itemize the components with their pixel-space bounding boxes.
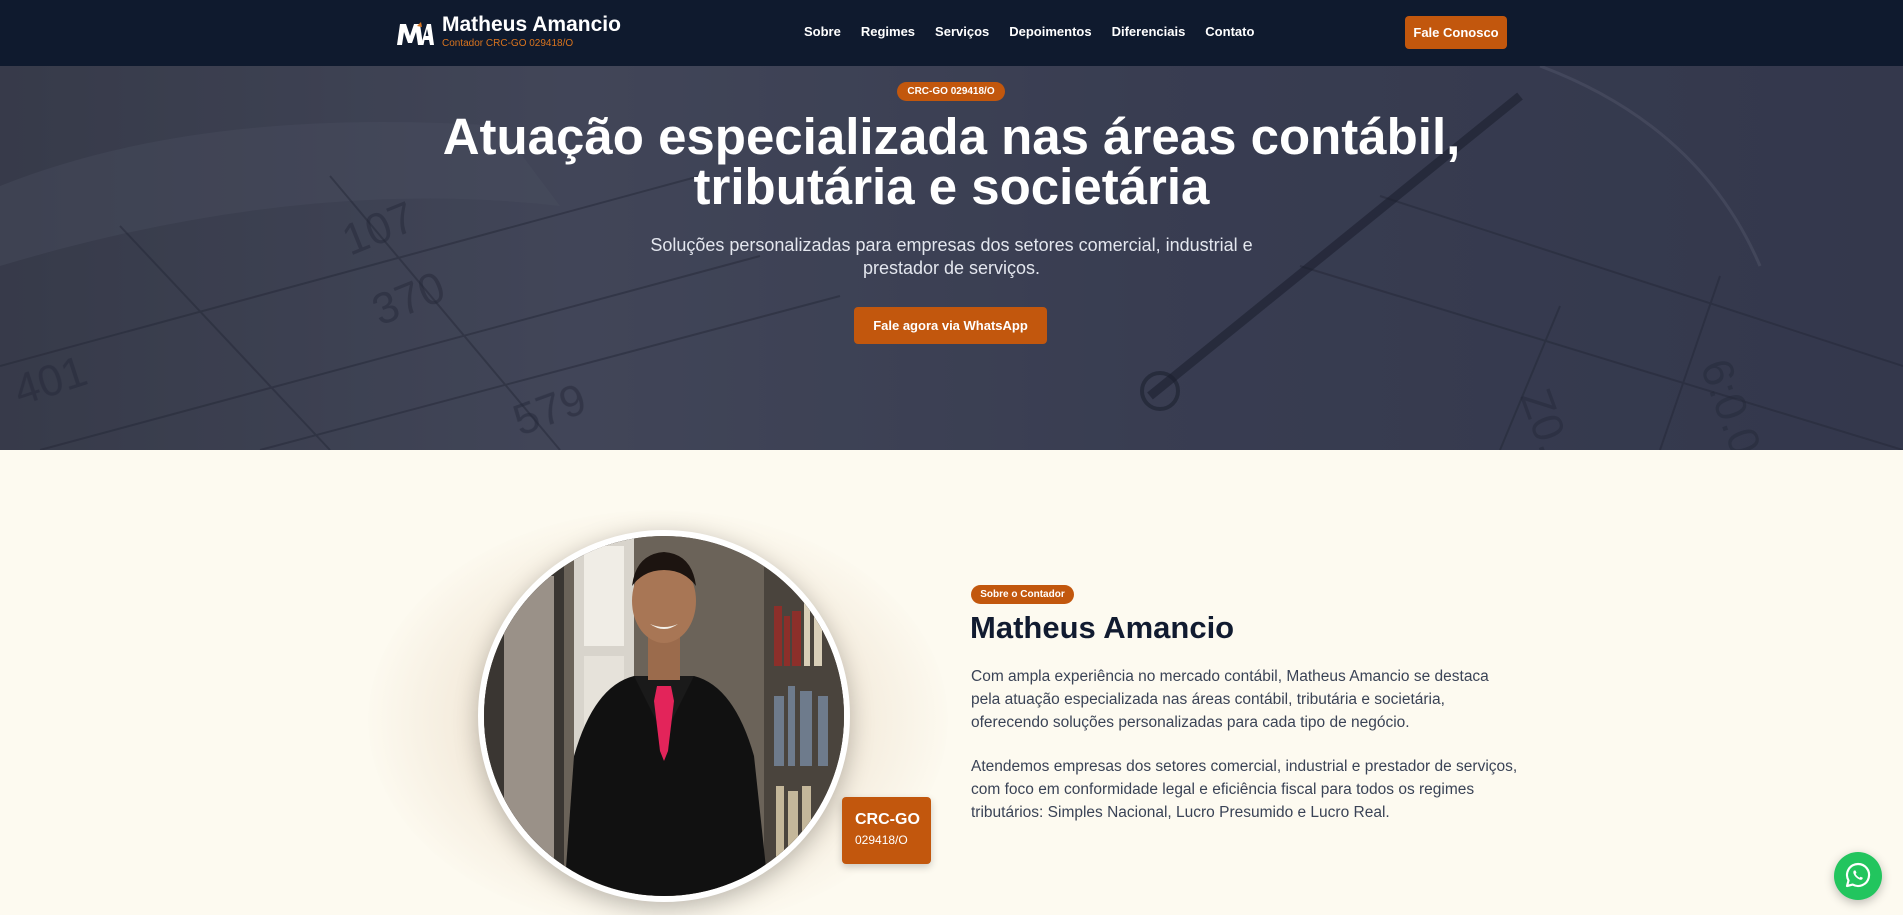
crc-card-number: 029418/O xyxy=(855,833,908,847)
brand-name: Matheus Amancio xyxy=(442,13,621,36)
brand-logo xyxy=(396,18,434,48)
whatsapp-icon xyxy=(1844,861,1872,892)
nav-link-diferenciais[interactable]: Diferenciais xyxy=(1112,24,1186,40)
nav-link-regimes[interactable]: Regimes xyxy=(861,24,915,40)
about-section: CRC-GO 029418/O Sobre o Contador Matheus… xyxy=(0,450,1903,915)
accountant-photo xyxy=(478,530,850,902)
brand[interactable]: Matheus Amancio Contador CRC-GO 029418/O xyxy=(396,14,621,51)
nav-link-contato[interactable]: Contato xyxy=(1205,24,1254,40)
crc-card-title: CRC-GO xyxy=(855,811,920,828)
whatsapp-floating-button[interactable] xyxy=(1834,852,1882,900)
brand-subtitle: Contador CRC-GO 029418/O xyxy=(442,38,574,49)
crc-card: CRC-GO 029418/O xyxy=(842,797,931,864)
whatsapp-cta-button[interactable]: Fale agora via WhatsApp xyxy=(854,307,1047,344)
about-paragraph-2: Atendemos empresas dos setores comercial… xyxy=(971,758,1518,821)
nav-link-depoimentos[interactable]: Depoimentos xyxy=(1009,24,1091,40)
nav-link-servicos[interactable]: Serviços xyxy=(935,24,989,40)
about-title: Matheus Amancio xyxy=(970,610,1235,645)
site-header: Matheus Amancio Contador CRC-GO 029418/O… xyxy=(0,0,1903,66)
hero-title: Atuação especializada nas áreas contábil… xyxy=(442,108,1461,215)
main-nav: Sobre Regimes Serviços Depoimentos Difer… xyxy=(804,24,1274,40)
hero-section: 401 370 107 579 Z0.07 6:0.07 CRC-GO 0294… xyxy=(0,66,1903,450)
contact-button[interactable]: Fale Conosco xyxy=(1405,16,1507,49)
about-paragraph-1: Com ampla experiência no mercado contábi… xyxy=(971,668,1489,731)
hero-crc-badge: CRC-GO 029418/O xyxy=(897,82,1005,101)
hero-subtitle: Soluções personalizadas para empresas do… xyxy=(650,235,1253,278)
nav-link-sobre[interactable]: Sobre xyxy=(804,24,841,40)
about-badge: Sobre o Contador xyxy=(971,585,1074,604)
